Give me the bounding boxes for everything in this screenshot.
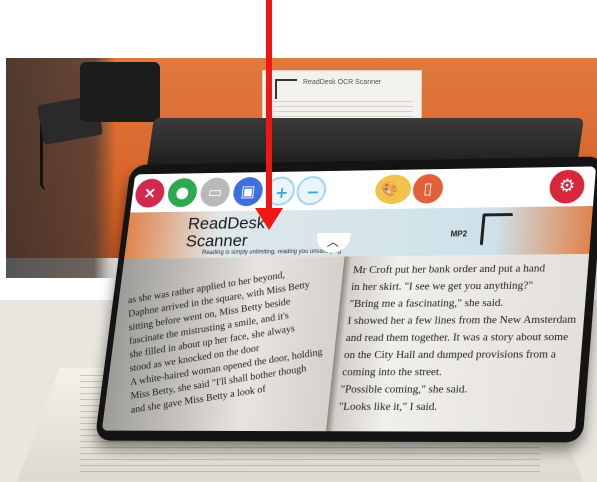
save-icon: ▣ bbox=[239, 181, 257, 201]
scanner-illustration bbox=[479, 213, 513, 246]
chevron-up-icon[interactable]: ︿ bbox=[323, 235, 344, 249]
user-button[interactable]: ● bbox=[166, 178, 199, 208]
close-button[interactable]: × bbox=[133, 178, 167, 208]
right-page: Mr Croft put her bank order and put a ha… bbox=[337, 260, 585, 424]
palette-button[interactable]: 🎨 bbox=[373, 174, 413, 205]
user-icon: ● bbox=[174, 182, 191, 202]
save-button[interactable]: ▣ bbox=[231, 176, 265, 207]
right-page-line: on the City Hall and dumped provisions f… bbox=[343, 348, 557, 362]
camera-arm bbox=[80, 62, 160, 122]
right-page-line: Mr Croft put her bank order and put a ha… bbox=[352, 262, 546, 277]
right-page-line: "Possible coming," she said. bbox=[339, 383, 468, 396]
zoom-out-icon: − bbox=[305, 182, 321, 202]
banner-title: ReadDesk Scanner bbox=[184, 214, 266, 251]
banner-subtitle: Reading is simply unlimiting, reading yo… bbox=[201, 248, 342, 257]
tablet-mode-button[interactable]: ▯ bbox=[411, 173, 445, 204]
palette-icon: 🎨 bbox=[380, 181, 400, 198]
app-toolbar: × ● ▭ ▣ + − 🎨 ▯ ⚙ bbox=[130, 166, 597, 213]
tablet-icon: ▯ bbox=[422, 178, 434, 198]
tablet-device: × ● ▭ ▣ + − 🎨 ▯ ⚙ ReadDesk Scanner Readi… bbox=[94, 156, 597, 443]
right-page-line: in her skirt. "I see we get you anything… bbox=[350, 279, 534, 294]
gear-icon: ⚙ bbox=[557, 175, 577, 197]
close-icon: × bbox=[142, 183, 158, 202]
settings-button[interactable]: ⚙ bbox=[548, 169, 586, 204]
banner-title-line2: Scanner bbox=[184, 231, 249, 251]
tablet-screen: × ● ▭ ▣ + − 🎨 ▯ ⚙ ReadDesk Scanner Readi… bbox=[101, 166, 597, 432]
right-page-line: and read them together. It was a story a… bbox=[345, 330, 569, 345]
photo-scene: ReadDesk OCR Scanner × ● ▭ ▣ + − 🎨 ▯ ⚙ R… bbox=[0, 0, 597, 482]
folder-icon: ▭ bbox=[206, 182, 224, 201]
poster-scanner-icon bbox=[275, 79, 297, 99]
left-page: as she was rather applied to her beyond,… bbox=[128, 261, 343, 432]
right-page-line: I showed her a few lines from the New Am… bbox=[347, 313, 577, 327]
camera-preview-banner: ReadDesk Scanner Reading is simply unlim… bbox=[124, 205, 593, 259]
annotation-arrow-head bbox=[255, 208, 283, 230]
poster-title: ReadDesk OCR Scanner bbox=[303, 79, 382, 86]
banner-logo: MP2 bbox=[450, 229, 468, 239]
zoom-out-button[interactable]: − bbox=[295, 175, 328, 206]
scanned-book-view: as she was rather applied to her beyond,… bbox=[101, 253, 590, 432]
right-page-line: coming into the street. bbox=[341, 365, 443, 379]
right-page-line: "Looks like it," I said. bbox=[338, 400, 438, 414]
tablet-body: × ● ▭ ▣ + − 🎨 ▯ ⚙ ReadDesk Scanner Readi… bbox=[94, 156, 597, 443]
right-page-line: "Bring me a fascinating," she said. bbox=[348, 296, 504, 310]
folder-button[interactable]: ▭ bbox=[198, 177, 232, 207]
annotation-arrow-shaft bbox=[266, 0, 272, 214]
